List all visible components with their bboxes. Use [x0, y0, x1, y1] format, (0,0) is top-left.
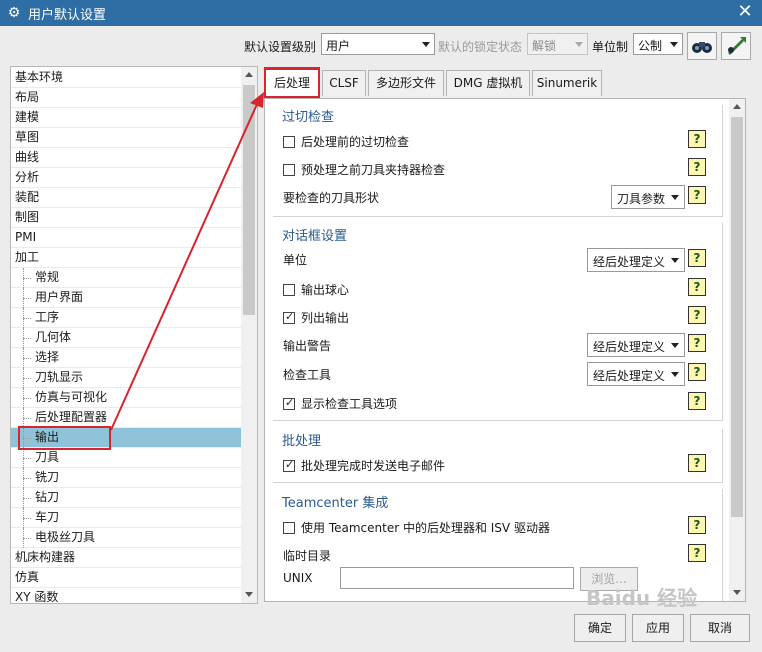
callout-arrow: [110, 92, 264, 431]
watermark: Baidu 经验: [586, 586, 698, 610]
